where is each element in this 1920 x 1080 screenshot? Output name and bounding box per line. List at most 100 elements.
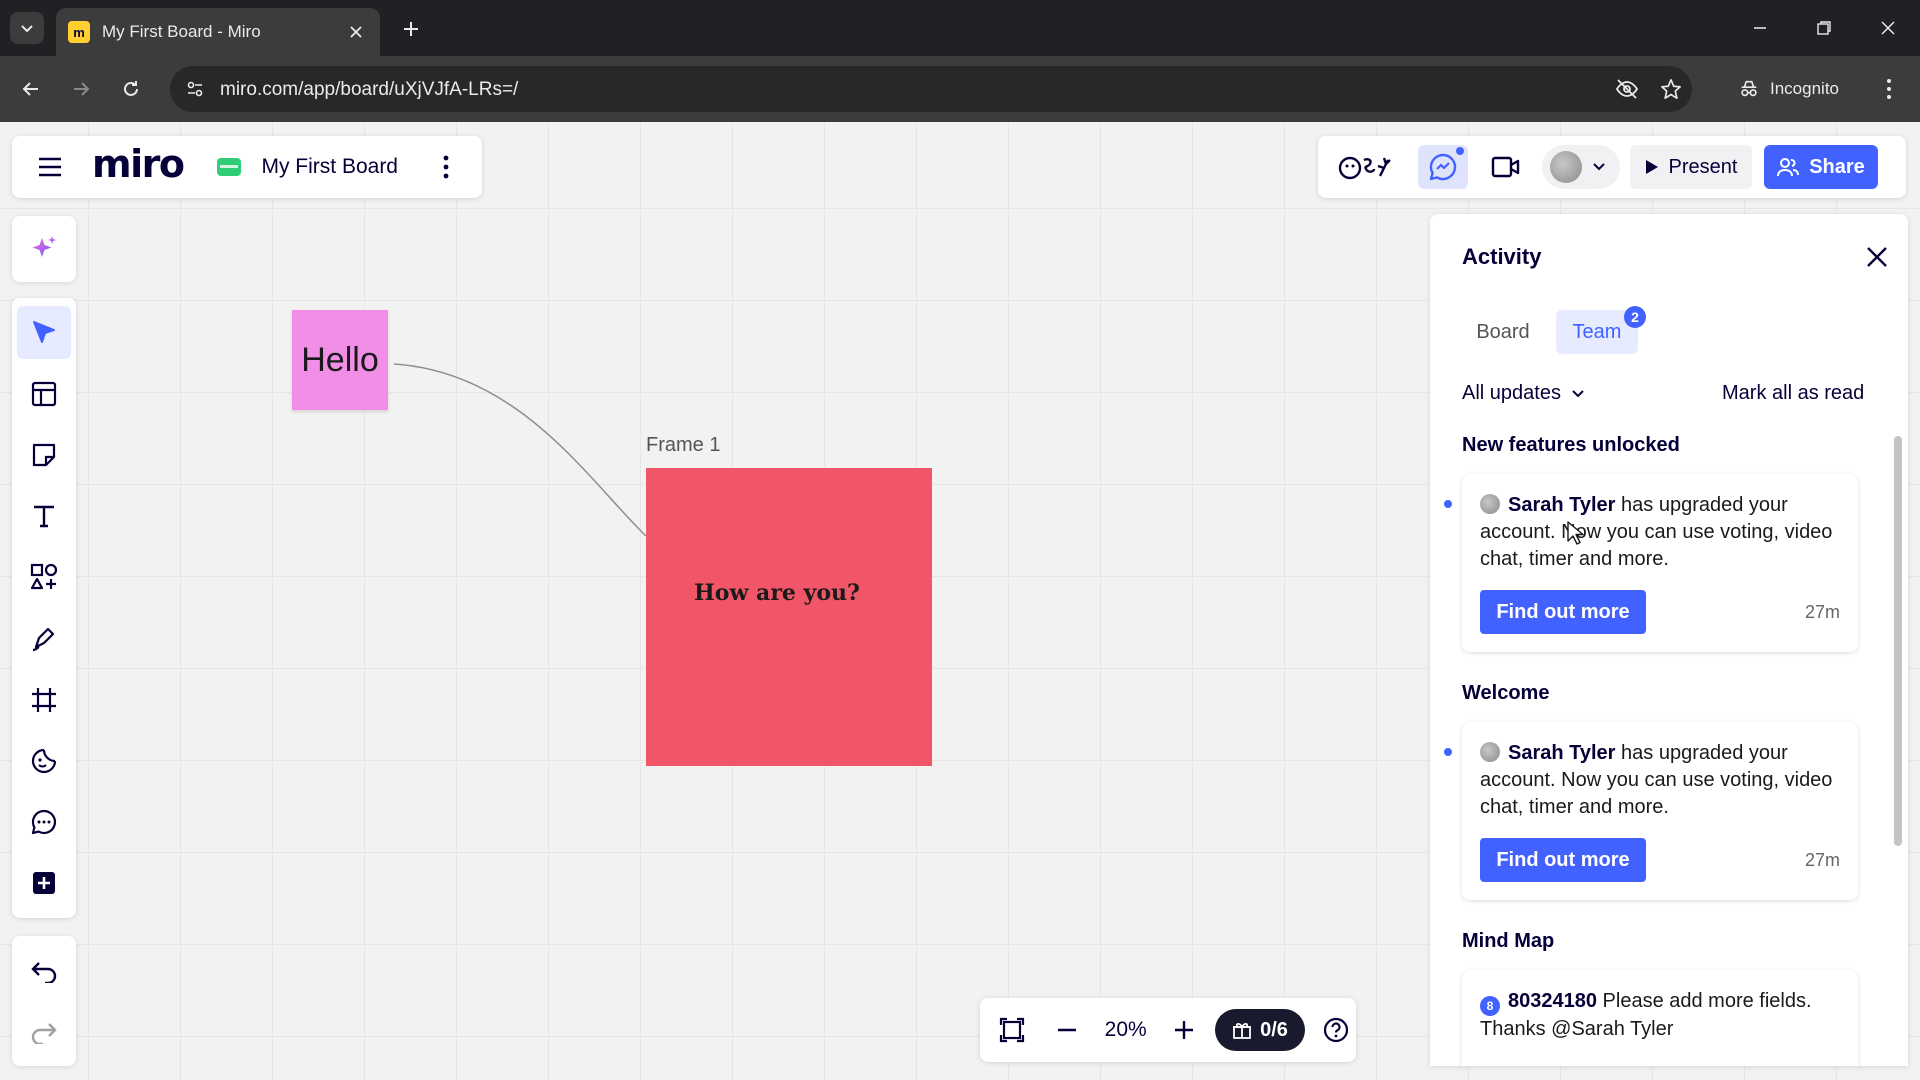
filter-label: All updates [1462, 382, 1561, 404]
activity-card[interactable]: Sarah Tyler has upgraded your account. N… [1462, 722, 1858, 900]
select-tool[interactable] [17, 306, 71, 360]
frame[interactable]: How are you? [646, 468, 932, 766]
sticky-note-tool[interactable] [17, 428, 71, 481]
board-name[interactable]: My First Board [261, 155, 398, 179]
tab-close-button[interactable] [344, 20, 368, 44]
shapes-tool[interactable] [17, 551, 71, 604]
bookmark-button[interactable] [1656, 74, 1686, 104]
browser-tab[interactable]: m My First Board - Miro [56, 8, 380, 56]
site-info-button[interactable] [180, 74, 210, 104]
reactions-button[interactable] [1332, 145, 1402, 189]
activity-card[interactable]: 8 80324180 Please add more fields. Thanks… [1462, 970, 1858, 1066]
present-label: Present [1668, 155, 1738, 178]
avatar [1550, 151, 1582, 183]
ai-assist-button[interactable] [17, 222, 71, 276]
text-tool[interactable] [17, 490, 71, 543]
video-call-button[interactable] [1484, 145, 1528, 189]
tab-search-button[interactable] [10, 12, 44, 44]
minimize-button[interactable] [1740, 10, 1780, 46]
comment-icon [31, 810, 57, 835]
present-button[interactable]: Present [1630, 145, 1752, 189]
new-tab-button[interactable] [396, 14, 426, 44]
tab-board[interactable]: Board [1466, 310, 1540, 354]
fit-to-screen-button[interactable] [992, 1008, 1033, 1052]
help-button[interactable] [1315, 1008, 1356, 1052]
ai-sparkle-icon [32, 236, 56, 257]
forward-arrow-icon [74, 82, 90, 96]
board-header: miro My First Board [12, 136, 482, 198]
updates-filter-dropdown[interactable]: All updates [1462, 382, 1585, 405]
frame-text[interactable]: How are you? [694, 580, 860, 606]
frame-label[interactable]: Frame 1 [646, 434, 720, 457]
close-activity-button[interactable] [1860, 240, 1894, 274]
frame-tool[interactable] [17, 673, 71, 726]
stickers-tool[interactable] [17, 734, 71, 787]
main-menu-button[interactable] [28, 145, 72, 189]
users-icon [1777, 158, 1800, 177]
mark-all-read-button[interactable]: Mark all as read [1722, 382, 1864, 405]
restore-button[interactable] [1804, 10, 1844, 46]
more-apps-tool[interactable] [17, 857, 71, 910]
pen-tool[interactable] [17, 612, 71, 665]
address-bar[interactable]: miro.com/app/board/uXjVJfA-LRs=/ [170, 66, 1692, 112]
star-icon [1661, 79, 1681, 99]
share-button[interactable]: Share [1764, 145, 1878, 189]
activity-title: Activity [1462, 244, 1542, 269]
author-name: 80324180 [1508, 990, 1597, 1012]
plus-icon [404, 22, 418, 36]
avatar [1480, 494, 1500, 514]
activity-button[interactable] [1418, 145, 1468, 189]
zoom-in-button[interactable] [1164, 1008, 1205, 1052]
chevron-down-icon [1572, 389, 1584, 397]
undo-button[interactable] [17, 944, 71, 997]
activity-scrollbar[interactable] [1894, 436, 1902, 846]
browser-toolbar: miro.com/app/board/uXjVJfA-LRs=/ Incogni… [0, 56, 1920, 122]
url-text[interactable]: miro.com/app/board/uXjVJfA-LRs=/ [220, 79, 518, 101]
find-out-more-button[interactable]: Find out more [1480, 590, 1646, 634]
pen-icon [32, 627, 55, 651]
board-options-button[interactable] [428, 145, 464, 189]
templates-icon [31, 381, 57, 406]
hamburger-icon [39, 157, 61, 177]
unread-count-badge: 2 [1624, 306, 1646, 328]
incognito-indicator[interactable]: Incognito [1728, 66, 1858, 112]
collaborators-button[interactable] [1542, 145, 1620, 189]
sticky-note-icon [32, 443, 56, 467]
tracking-protection-button[interactable] [1612, 74, 1642, 104]
zoom-out-button[interactable] [1047, 1008, 1088, 1052]
templates-tool[interactable] [17, 367, 71, 420]
avatar [1480, 742, 1500, 762]
activity-card[interactable]: Sarah Tyler has upgraded your account. N… [1462, 474, 1858, 652]
video-camera-icon [1491, 156, 1520, 178]
mouse-cursor-icon [1567, 521, 1584, 545]
close-window-button[interactable] [1868, 10, 1908, 46]
miro-logo[interactable]: miro [92, 142, 185, 186]
plus-icon [1175, 1021, 1194, 1039]
undo-icon [31, 961, 57, 983]
history-toolbar [12, 936, 76, 1066]
zoom-level[interactable]: 20% [1093, 1018, 1158, 1042]
back-arrow-icon [22, 82, 38, 96]
ai-toolbar [12, 216, 76, 282]
miro-favicon-icon: m [68, 21, 90, 43]
comment-tool[interactable] [17, 796, 71, 849]
redo-button[interactable] [17, 1005, 71, 1058]
chevron-down-icon [21, 25, 33, 33]
close-icon [1867, 247, 1887, 267]
play-icon [1645, 160, 1658, 174]
browser-menu-button[interactable] [1874, 74, 1904, 104]
find-out-more-button[interactable]: Find out more [1480, 838, 1646, 882]
chevron-down-icon [1593, 163, 1605, 171]
minus-icon [1058, 1028, 1076, 1032]
board-canvas[interactable]: miro My First Board Present Share Hello … [0, 122, 1920, 1080]
section-title: Mind Map [1462, 930, 1555, 952]
back-button[interactable] [16, 74, 46, 104]
sticky-note[interactable]: Hello [292, 310, 388, 410]
plus-square-icon [33, 872, 55, 895]
reload-button[interactable] [116, 74, 146, 104]
forward-button[interactable] [66, 74, 96, 104]
author-name: Sarah Tyler [1508, 494, 1616, 516]
hidden-items-button[interactable]: 0/6 [1214, 1009, 1306, 1051]
reload-icon [124, 81, 138, 96]
incognito-icon [1741, 80, 1757, 97]
